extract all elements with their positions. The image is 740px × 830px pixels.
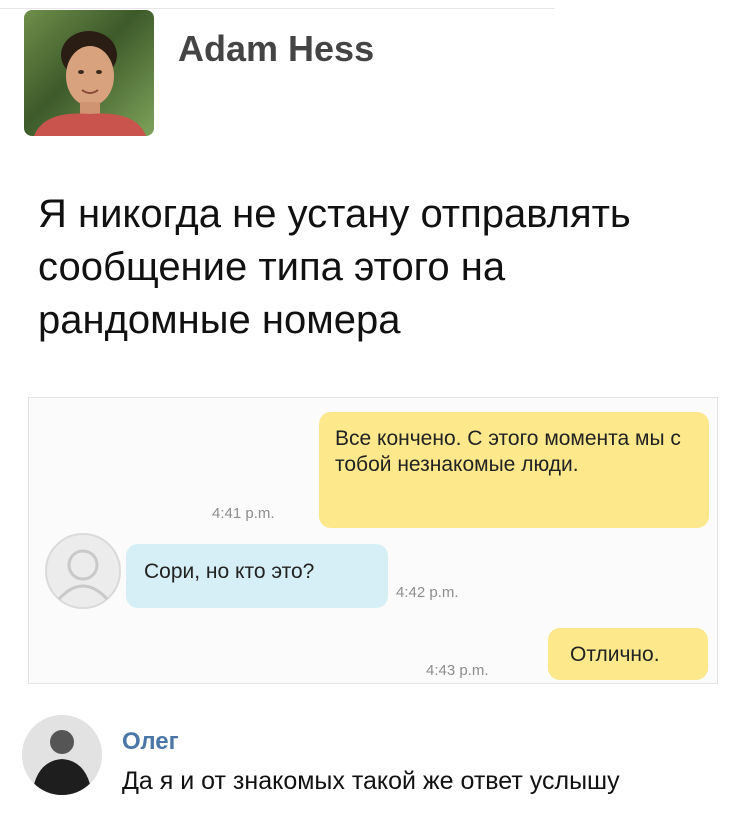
post-text: Я никогда не устану отправлять сообщение… [38,192,631,342]
outgoing-message-bubble: Отлично. [548,628,708,680]
author-name[interactable]: Adam Hess [178,28,374,70]
comment-text: Да я и от знакомых такой же ответ услышу [122,767,620,795]
profile-photo-icon [22,715,102,795]
commenter-avatar[interactable] [22,715,102,795]
incoming-message-bubble: Сори, но кто это? [126,544,388,608]
chat-screenshot: Все кончено. С этого момента мы с тобой … [28,397,718,684]
message-timestamp: 4:42 p.m. [396,584,459,601]
author-avatar[interactable] [24,10,154,136]
contact-avatar [45,533,121,609]
top-divider [0,8,555,9]
outgoing-message-bubble: Все кончено. С этого момента мы с тобой … [319,412,709,528]
message-timestamp: 4:41 p.m. [212,505,275,522]
commenter-name[interactable]: Олег [122,728,179,756]
profile-photo-icon [34,31,146,136]
message-timestamp: 4:43 p.m. [426,662,489,679]
default-contact-icon [57,549,109,601]
